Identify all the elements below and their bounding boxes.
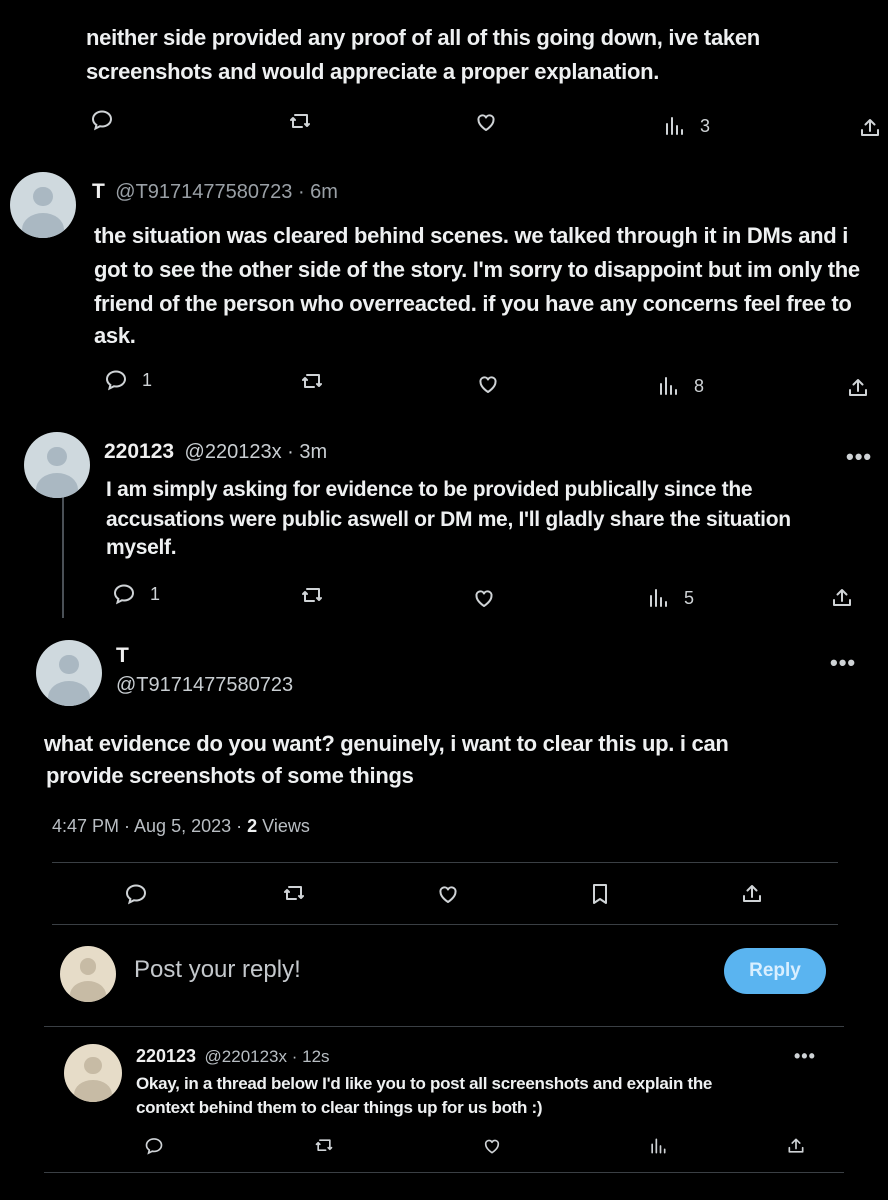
reply-icon xyxy=(112,582,136,606)
share-icon xyxy=(846,376,870,400)
like-icon xyxy=(482,1136,502,1156)
thread-line xyxy=(62,492,64,618)
reply-icon xyxy=(124,882,148,906)
share-button[interactable] xyxy=(830,586,854,610)
more-options-button[interactable]: ••• xyxy=(794,1046,816,1067)
display-name[interactable]: 220123 xyxy=(136,1046,196,1066)
reply-count: 1 xyxy=(142,369,153,390)
reply-count: 1 xyxy=(150,583,161,604)
user-handle[interactable]: @T9171477580723 · 6m xyxy=(115,181,338,203)
views-icon xyxy=(646,586,670,610)
share-icon xyxy=(786,1136,806,1156)
bookmark-icon xyxy=(588,882,612,906)
like-button[interactable] xyxy=(474,110,498,134)
tweet-text-line: I am simply asking for evidence to be pr… xyxy=(106,478,753,501)
tweet-text-line: ask. xyxy=(94,323,136,348)
reply-button[interactable]: 1 xyxy=(112,582,160,606)
like-icon xyxy=(436,882,460,906)
reply-submit-button[interactable]: Reply xyxy=(724,948,826,994)
like-icon xyxy=(476,372,500,396)
views-icon xyxy=(656,374,680,398)
reply-button[interactable] xyxy=(90,108,114,132)
tweet-header: 220123 @220123x · 12s xyxy=(136,1046,330,1067)
more-options-button[interactable]: ••• xyxy=(846,444,872,470)
avatar[interactable] xyxy=(10,172,76,238)
reply-input[interactable]: Post your reply! xyxy=(134,956,301,984)
reply-button[interactable]: 1 xyxy=(104,368,152,392)
like-icon xyxy=(472,586,496,610)
retweet-button[interactable] xyxy=(300,584,324,608)
share-icon xyxy=(858,116,882,140)
views-button[interactable]: 8 xyxy=(656,374,704,398)
user-handle[interactable]: @220123x · 3m xyxy=(185,441,328,463)
reply-icon xyxy=(104,368,128,392)
display-name[interactable]: T xyxy=(116,644,129,668)
retweet-button[interactable] xyxy=(300,370,324,394)
tweet-header: 220123 @220123x · 3m xyxy=(104,440,327,464)
avatar[interactable] xyxy=(24,432,90,498)
like-button[interactable] xyxy=(472,586,496,610)
retweet-button[interactable] xyxy=(282,882,306,906)
tweet-text-line: neither side provided any proof of all o… xyxy=(86,25,760,50)
reply-icon xyxy=(90,108,114,132)
reply-icon xyxy=(144,1136,164,1156)
tweet-text-line: the situation was cleared behind scenes.… xyxy=(94,223,849,248)
retweet-icon xyxy=(300,370,324,394)
like-icon xyxy=(474,110,498,134)
avatar[interactable] xyxy=(36,640,102,706)
tweet-text-line: friend of the person who overreacted. if… xyxy=(94,291,852,316)
retweet-icon xyxy=(282,882,306,906)
timestamp-text: 4:47 PM · Aug 5, 2023 · xyxy=(52,816,248,836)
retweet-icon xyxy=(300,584,324,608)
views-count: 5 xyxy=(684,587,695,608)
views-count: 2 xyxy=(247,816,258,836)
views-label: Views xyxy=(257,816,310,836)
share-icon xyxy=(740,882,764,906)
tweet-text-line: provide screenshots of some things xyxy=(46,763,414,788)
views-count: 3 xyxy=(700,115,711,136)
divider xyxy=(44,1026,844,1027)
like-button[interactable] xyxy=(482,1136,502,1156)
retweet-icon xyxy=(288,110,312,134)
tweet-text-line: myself. xyxy=(106,536,177,559)
reply-button[interactable] xyxy=(144,1136,164,1156)
more-options-button[interactable]: ••• xyxy=(830,650,856,676)
tweet-text-line: got to see the other side of the story. … xyxy=(94,257,860,282)
divider xyxy=(52,862,838,863)
bookmark-button[interactable] xyxy=(588,882,612,906)
divider xyxy=(52,924,838,925)
tweet-timestamp[interactable]: 4:47 PM · Aug 5, 2023 · 2 Views xyxy=(52,816,310,837)
views-icon xyxy=(662,114,686,138)
retweet-button[interactable] xyxy=(314,1136,334,1156)
share-button[interactable] xyxy=(846,376,870,400)
avatar[interactable] xyxy=(64,1044,122,1102)
tweet-header: T @T9171477580723 · 6m xyxy=(92,180,338,204)
views-icon xyxy=(648,1136,668,1156)
avatar xyxy=(60,946,116,1002)
like-button[interactable] xyxy=(476,372,500,396)
share-button[interactable] xyxy=(740,882,764,906)
user-handle[interactable]: @T9171477580723 xyxy=(116,674,293,697)
retweet-icon xyxy=(314,1136,334,1156)
display-name[interactable]: 220123 xyxy=(104,440,174,463)
like-button[interactable] xyxy=(436,882,460,906)
reply-button[interactable] xyxy=(124,882,148,906)
display-name[interactable]: T xyxy=(92,180,105,203)
views-button[interactable] xyxy=(648,1136,668,1156)
user-handle[interactable]: @220123x · 12s xyxy=(205,1047,330,1066)
tweet-text-line: accusations were public aswell or DM me,… xyxy=(106,508,791,531)
divider xyxy=(44,1172,844,1173)
tweet-text-line: Okay, in a thread below I'd like you to … xyxy=(136,1074,713,1093)
tweet-text-line: screenshots and would appreciate a prope… xyxy=(86,59,660,84)
tweet-text-line: context behind them to clear things up f… xyxy=(136,1098,543,1117)
views-count: 8 xyxy=(694,375,705,396)
tweet-text-line: what evidence do you want? genuinely, i … xyxy=(44,731,729,756)
views-button[interactable]: 5 xyxy=(646,586,694,610)
share-button[interactable] xyxy=(786,1136,806,1156)
share-button[interactable] xyxy=(858,116,882,140)
views-button[interactable]: 3 xyxy=(662,114,710,138)
share-icon xyxy=(830,586,854,610)
retweet-button[interactable] xyxy=(288,110,312,134)
